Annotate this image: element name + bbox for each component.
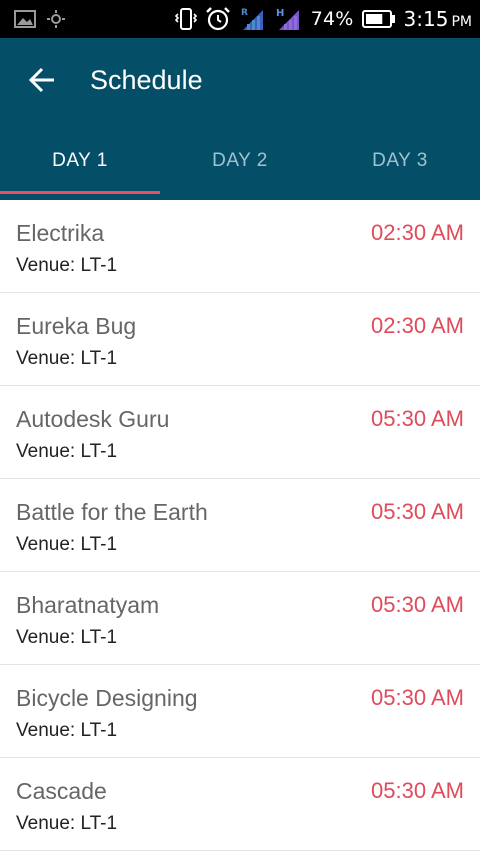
list-item[interactable]: Battle for the Earth Venue: LT-1 05:30 A… xyxy=(0,479,480,572)
event-venue: Venue: LT-1 xyxy=(16,720,118,741)
day-tabs: DAY 1 DAY 2 DAY 3 xyxy=(0,122,480,200)
event-title: Autodesk Guru xyxy=(16,406,170,432)
event-title: Battle for the Earth xyxy=(16,499,208,525)
event-venue: Venue: LT-1 xyxy=(16,534,118,555)
event-title: Bharatnatyam xyxy=(16,592,160,618)
tab-day-2[interactable]: DAY 2 xyxy=(160,122,320,200)
tab-label: DAY 1 xyxy=(52,150,108,171)
clock-time: 3:15 xyxy=(403,7,449,31)
event-title: Cascade xyxy=(16,778,107,804)
event-title: Electrika xyxy=(16,220,105,246)
tab-day-1[interactable]: DAY 1 xyxy=(0,122,160,200)
status-right: R H 74% 3:15 PM xyxy=(174,6,472,32)
tab-day-3[interactable]: DAY 3 xyxy=(320,122,480,200)
event-venue: Venue: LT-1 xyxy=(16,813,118,834)
toolbar: Schedule xyxy=(0,38,480,122)
tab-indicator xyxy=(0,191,160,194)
app-bar: Schedule DAY 1 DAY 2 DAY 3 xyxy=(0,38,480,200)
list-item[interactable]: Autodesk Guru Venue: LT-1 05:30 AM xyxy=(0,386,480,479)
event-time: 05:30 AM xyxy=(371,685,464,710)
event-venue: Venue: LT-1 xyxy=(16,348,118,369)
tab-label: DAY 2 xyxy=(212,150,268,171)
event-time: 05:30 AM xyxy=(371,592,464,617)
status-bar: R H 74% 3:15 PM xyxy=(0,0,480,38)
svg-text:R: R xyxy=(241,8,248,18)
alarm-icon xyxy=(205,6,231,32)
list-item[interactable]: Electrika Venue: LT-1 02:30 AM xyxy=(0,200,480,293)
list-item[interactable]: Eureka Bug Venue: LT-1 02:30 AM xyxy=(0,293,480,386)
image-icon xyxy=(14,9,36,29)
vibrate-icon xyxy=(174,7,197,31)
back-button[interactable] xyxy=(12,50,72,110)
list-item[interactable]: Bharatnatyam Venue: LT-1 05:30 AM xyxy=(0,572,480,665)
signal-h-icon: H xyxy=(275,6,303,32)
schedule-list: Electrika Venue: LT-1 02:30 AM Eureka Bu… xyxy=(0,200,480,851)
signal-r-icon: R xyxy=(239,6,267,32)
svg-text:H: H xyxy=(276,8,284,19)
event-venue: Venue: LT-1 xyxy=(16,441,118,462)
list-item[interactable]: Bicycle Designing Venue: LT-1 05:30 AM xyxy=(0,665,480,758)
battery-percent: 74% xyxy=(310,8,354,30)
event-title: Eureka Bug xyxy=(16,313,137,339)
event-venue: Venue: LT-1 xyxy=(16,627,118,648)
arrow-back-icon xyxy=(28,67,54,93)
list-item[interactable]: Cascade Venue: LT-1 05:30 AM xyxy=(0,758,480,851)
event-time: 05:30 AM xyxy=(371,406,464,431)
battery-icon xyxy=(361,9,396,29)
event-title: Bicycle Designing xyxy=(16,685,198,711)
page-title: Schedule xyxy=(90,64,203,95)
event-time: 05:30 AM xyxy=(371,778,464,803)
event-time: 02:30 AM xyxy=(371,313,464,338)
event-time: 05:30 AM xyxy=(371,499,464,524)
clock-ampm: PM xyxy=(451,14,472,30)
event-venue: Venue: LT-1 xyxy=(16,255,118,276)
tab-label: DAY 3 xyxy=(372,150,428,171)
event-time: 02:30 AM xyxy=(371,220,464,245)
status-left xyxy=(14,9,66,29)
brightness-icon xyxy=(46,9,66,29)
